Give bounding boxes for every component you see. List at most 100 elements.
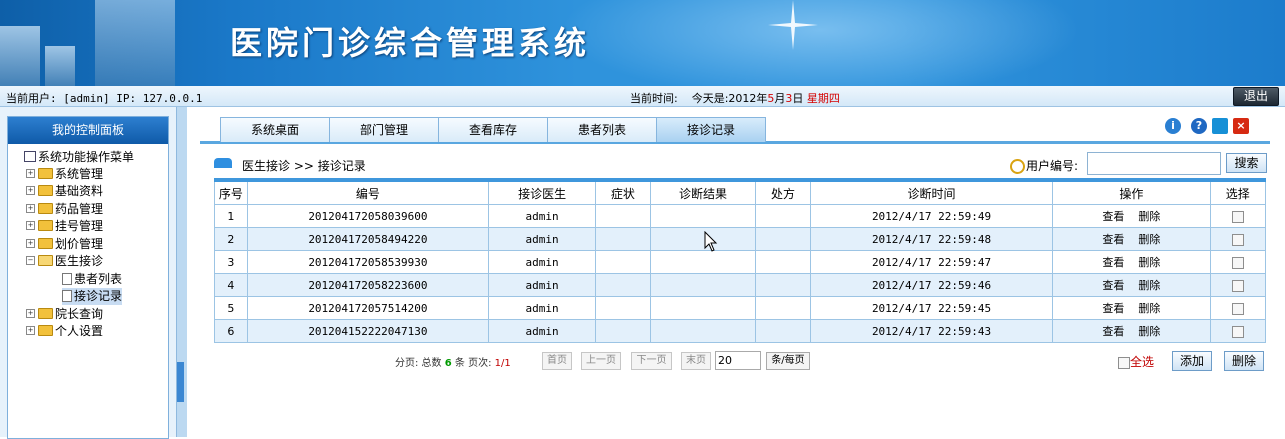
- sidebar-item-director-query[interactable]: + 院长查询: [26, 306, 103, 323]
- menu-root[interactable]: 系统功能操作菜单: [24, 149, 134, 166]
- cell-symptom: [595, 250, 651, 274]
- row-checkbox[interactable]: [1231, 325, 1244, 338]
- doctor-icon: [214, 158, 232, 168]
- control-panel-title: 我的控制面板: [8, 117, 168, 144]
- cell-actions: 查看 删除: [1052, 204, 1211, 228]
- cell-code: 201204172058039600: [246, 204, 490, 228]
- row-checkbox[interactable]: [1231, 210, 1244, 223]
- add-button[interactable]: 添加: [1172, 351, 1212, 371]
- breadcrumb-text: 医生接诊 >> 接诊记录: [242, 157, 366, 174]
- sidebar-item-label: 基础资料: [55, 184, 104, 198]
- cell-index: 3: [214, 250, 248, 274]
- sidebar-splitter[interactable]: [176, 107, 187, 437]
- prev-page-button[interactable]: 上一页: [581, 352, 621, 370]
- building-graphic: [95, 0, 175, 86]
- breadcrumb-section: 医生接诊: [242, 159, 291, 173]
- view-link[interactable]: 查看: [1102, 325, 1124, 338]
- building-graphic: [0, 26, 40, 86]
- collapse-handle[interactable]: [177, 362, 184, 402]
- row-checkbox[interactable]: [1231, 233, 1244, 246]
- delete-link[interactable]: 删除: [1138, 302, 1160, 315]
- sidebar-item-registration[interactable]: + 挂号管理: [26, 218, 103, 235]
- sidebar-item-patient-list[interactable]: 患者列表: [62, 271, 122, 288]
- expand-icon[interactable]: +: [26, 309, 35, 318]
- cell-actions: 查看 删除: [1052, 250, 1211, 274]
- cell-index: 1: [214, 204, 248, 228]
- first-page-button[interactable]: 首页: [542, 352, 572, 370]
- cell-actions: 查看 删除: [1052, 319, 1211, 343]
- collapse-icon[interactable]: −: [26, 256, 35, 265]
- search-button[interactable]: 搜索: [1226, 153, 1267, 173]
- folder-icon: [38, 238, 53, 249]
- cell-select: [1209, 204, 1266, 228]
- weekday: 星期四: [806, 92, 840, 105]
- delete-link[interactable]: 删除: [1138, 256, 1160, 269]
- row-checkbox[interactable]: [1231, 256, 1244, 269]
- cell-code: 201204172058494220: [246, 227, 490, 251]
- expand-icon[interactable]: +: [26, 326, 35, 335]
- cell-time: 2012/4/17 22:59:48: [809, 227, 1054, 251]
- delete-selected-button[interactable]: 删除: [1224, 351, 1264, 371]
- sidebar-item-label: 医生接诊: [55, 254, 104, 268]
- expand-icon[interactable]: +: [26, 169, 35, 178]
- cell-select: [1209, 227, 1266, 251]
- page-size-input[interactable]: 20: [715, 351, 761, 370]
- next-page-button[interactable]: 下一页: [631, 352, 672, 370]
- control-panel: 我的控制面板 系统功能操作菜单 + 系统管理 + 基础资料 + 药品管理 + 挂号管理 …: [7, 116, 169, 439]
- view-link[interactable]: 查看: [1102, 210, 1124, 223]
- info-icon[interactable]: i: [1165, 118, 1181, 134]
- tab-inventory[interactable]: 查看库存: [438, 117, 548, 142]
- sidebar-item-doctor-visits[interactable]: − 医生接诊: [26, 253, 103, 270]
- table-header-row: 序号 编号 接诊医生 症状 诊断结果 处方 诊断时间 操作 选择: [214, 179, 1266, 205]
- cell-diagnosis: [649, 319, 757, 343]
- row-checkbox[interactable]: [1231, 279, 1244, 292]
- delete-link[interactable]: 删除: [1138, 210, 1160, 223]
- close-icon[interactable]: ×: [1233, 118, 1249, 134]
- sidebar-item-visit-records[interactable]: 接诊记录: [62, 288, 123, 305]
- select-all[interactable]: 全选: [1118, 353, 1154, 370]
- last-page-button[interactable]: 末页: [681, 352, 711, 370]
- logout-button[interactable]: 退出: [1233, 87, 1279, 106]
- pager-page: 1/1: [494, 358, 511, 369]
- delete-link[interactable]: 删除: [1138, 279, 1160, 292]
- cell-select: [1209, 296, 1266, 320]
- help-icon[interactable]: ?: [1191, 118, 1207, 134]
- page-icon: [62, 289, 72, 302]
- cell-diagnosis: [649, 296, 757, 320]
- expand-icon[interactable]: +: [26, 221, 35, 230]
- sidebar-item-pricing[interactable]: + 划价管理: [26, 236, 103, 253]
- sidebar-item-personal-settings[interactable]: + 个人设置: [26, 323, 103, 340]
- sidebar-item-label: 系统管理: [55, 167, 104, 181]
- main-content: 系统桌面 部门管理 查看库存 患者列表 接诊记录 i ? × 医生接诊 >> 接…: [190, 107, 1285, 437]
- cell-prescription: [755, 204, 811, 228]
- view-link[interactable]: 查看: [1102, 256, 1124, 269]
- tab-department[interactable]: 部门管理: [329, 117, 439, 142]
- cell-doctor: admin: [488, 204, 597, 228]
- expand-icon[interactable]: +: [26, 186, 35, 195]
- cell-symptom: [595, 296, 651, 320]
- expand-icon[interactable]: +: [26, 204, 35, 213]
- view-link[interactable]: 查看: [1102, 233, 1124, 246]
- maximize-icon[interactable]: [1212, 118, 1228, 134]
- tab-visit-records[interactable]: 接诊记录: [656, 117, 766, 142]
- col-code: 编号: [246, 179, 490, 205]
- cell-actions: 查看 删除: [1052, 227, 1211, 251]
- expand-icon[interactable]: +: [26, 239, 35, 248]
- delete-link[interactable]: 删除: [1138, 233, 1160, 246]
- sidebar-item-system[interactable]: + 系统管理: [26, 166, 103, 183]
- sidebar-item-drugs[interactable]: + 药品管理: [26, 201, 103, 218]
- delete-link[interactable]: 删除: [1138, 325, 1160, 338]
- view-link[interactable]: 查看: [1102, 279, 1124, 292]
- row-checkbox[interactable]: [1231, 302, 1244, 315]
- view-link[interactable]: 查看: [1102, 302, 1124, 315]
- per-page-button[interactable]: 条/每页: [766, 352, 810, 370]
- building-graphic: [45, 46, 75, 86]
- select-all-checkbox[interactable]: [1118, 356, 1130, 369]
- tab-patients[interactable]: 患者列表: [547, 117, 657, 142]
- cell-time: 2012/4/17 22:59:47: [809, 250, 1054, 274]
- sidebar-item-basic-data[interactable]: + 基础资料: [26, 183, 103, 200]
- user-id-search-input[interactable]: [1087, 152, 1221, 175]
- folder-icon: [38, 185, 53, 196]
- tab-desktop[interactable]: 系统桌面: [220, 117, 330, 142]
- cell-select: [1209, 250, 1266, 274]
